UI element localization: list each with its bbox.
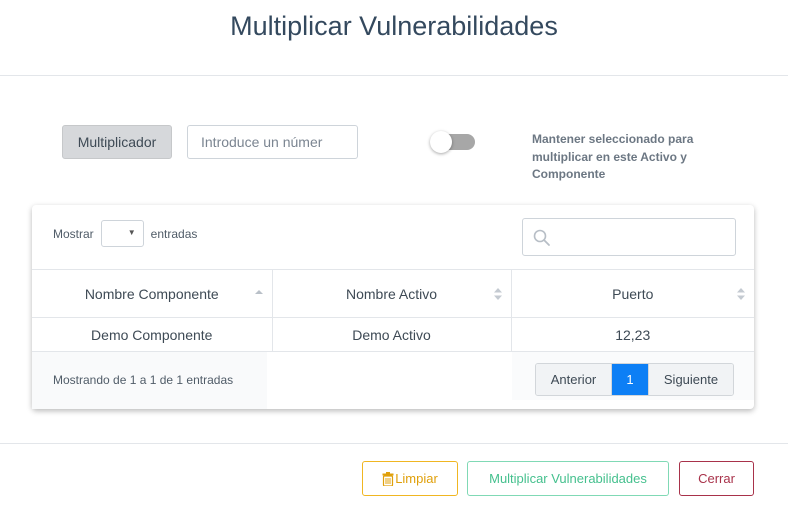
entries-label: entradas bbox=[150, 226, 198, 241]
keep-selected-text: Mantener seleccionado para multiplicar e… bbox=[532, 132, 694, 181]
page-length-select[interactable]: ▼ bbox=[100, 220, 144, 247]
keep-selected-toggle[interactable] bbox=[430, 131, 476, 153]
close-button[interactable]: Cerrar bbox=[679, 461, 754, 496]
components-table: Nombre Componente Nombre Activo Puerto D… bbox=[32, 269, 754, 352]
clear-button-label: Limpiar bbox=[395, 471, 438, 486]
pagination-previous-button[interactable]: Anterior bbox=[536, 364, 612, 395]
clear-button[interactable]: Limpiar bbox=[362, 461, 458, 496]
cell-puerto: 12,23 bbox=[511, 317, 754, 352]
page-length-control: Mostrar ▼ entradas bbox=[53, 220, 197, 247]
column-header-puerto[interactable]: Puerto bbox=[511, 269, 754, 318]
column-header-nombre-componente[interactable]: Nombre Componente bbox=[32, 269, 273, 318]
multiply-vulnerabilities-button[interactable]: Multiplicar Vulnerabilidades bbox=[467, 461, 669, 496]
search-input[interactable] bbox=[522, 218, 736, 256]
search-icon bbox=[533, 229, 550, 246]
pagination: Anterior 1 Siguiente bbox=[535, 363, 734, 396]
table-row[interactable]: Demo Componente Demo Activo 12,23 bbox=[32, 317, 754, 352]
column-header-nombre-activo[interactable]: Nombre Activo bbox=[272, 269, 512, 318]
table-header-row: Nombre Componente Nombre Activo Puerto bbox=[32, 269, 754, 318]
table-info: Mostrando de 1 a 1 de 1 entradas bbox=[53, 373, 234, 387]
datatable-card: Mostrar ▼ entradas Nombre Componente Nom… bbox=[32, 205, 754, 409]
modal-title: Multiplicar Vulnerabilidades bbox=[230, 11, 558, 41]
toggle-knob bbox=[430, 131, 452, 153]
pagination-page-1[interactable]: 1 bbox=[612, 364, 648, 395]
pagination-next-button[interactable]: Siguiente bbox=[648, 364, 733, 395]
trash-icon bbox=[382, 471, 394, 486]
show-label: Mostrar bbox=[53, 226, 94, 241]
chevron-down-icon: ▼ bbox=[127, 228, 136, 237]
multiplier-label: Multiplicador bbox=[62, 125, 172, 159]
modal-footer bbox=[0, 443, 788, 444]
modal-header: Multiplicar Vulnerabilidades bbox=[0, 0, 788, 76]
sort-icon bbox=[737, 288, 745, 300]
multiplier-input[interactable] bbox=[187, 125, 358, 159]
sort-icon bbox=[493, 288, 502, 300]
cell-nombre-componente: Demo Componente bbox=[32, 317, 273, 352]
cell-nombre-activo: Demo Activo bbox=[272, 317, 512, 352]
sort-asc-icon bbox=[254, 290, 263, 294]
